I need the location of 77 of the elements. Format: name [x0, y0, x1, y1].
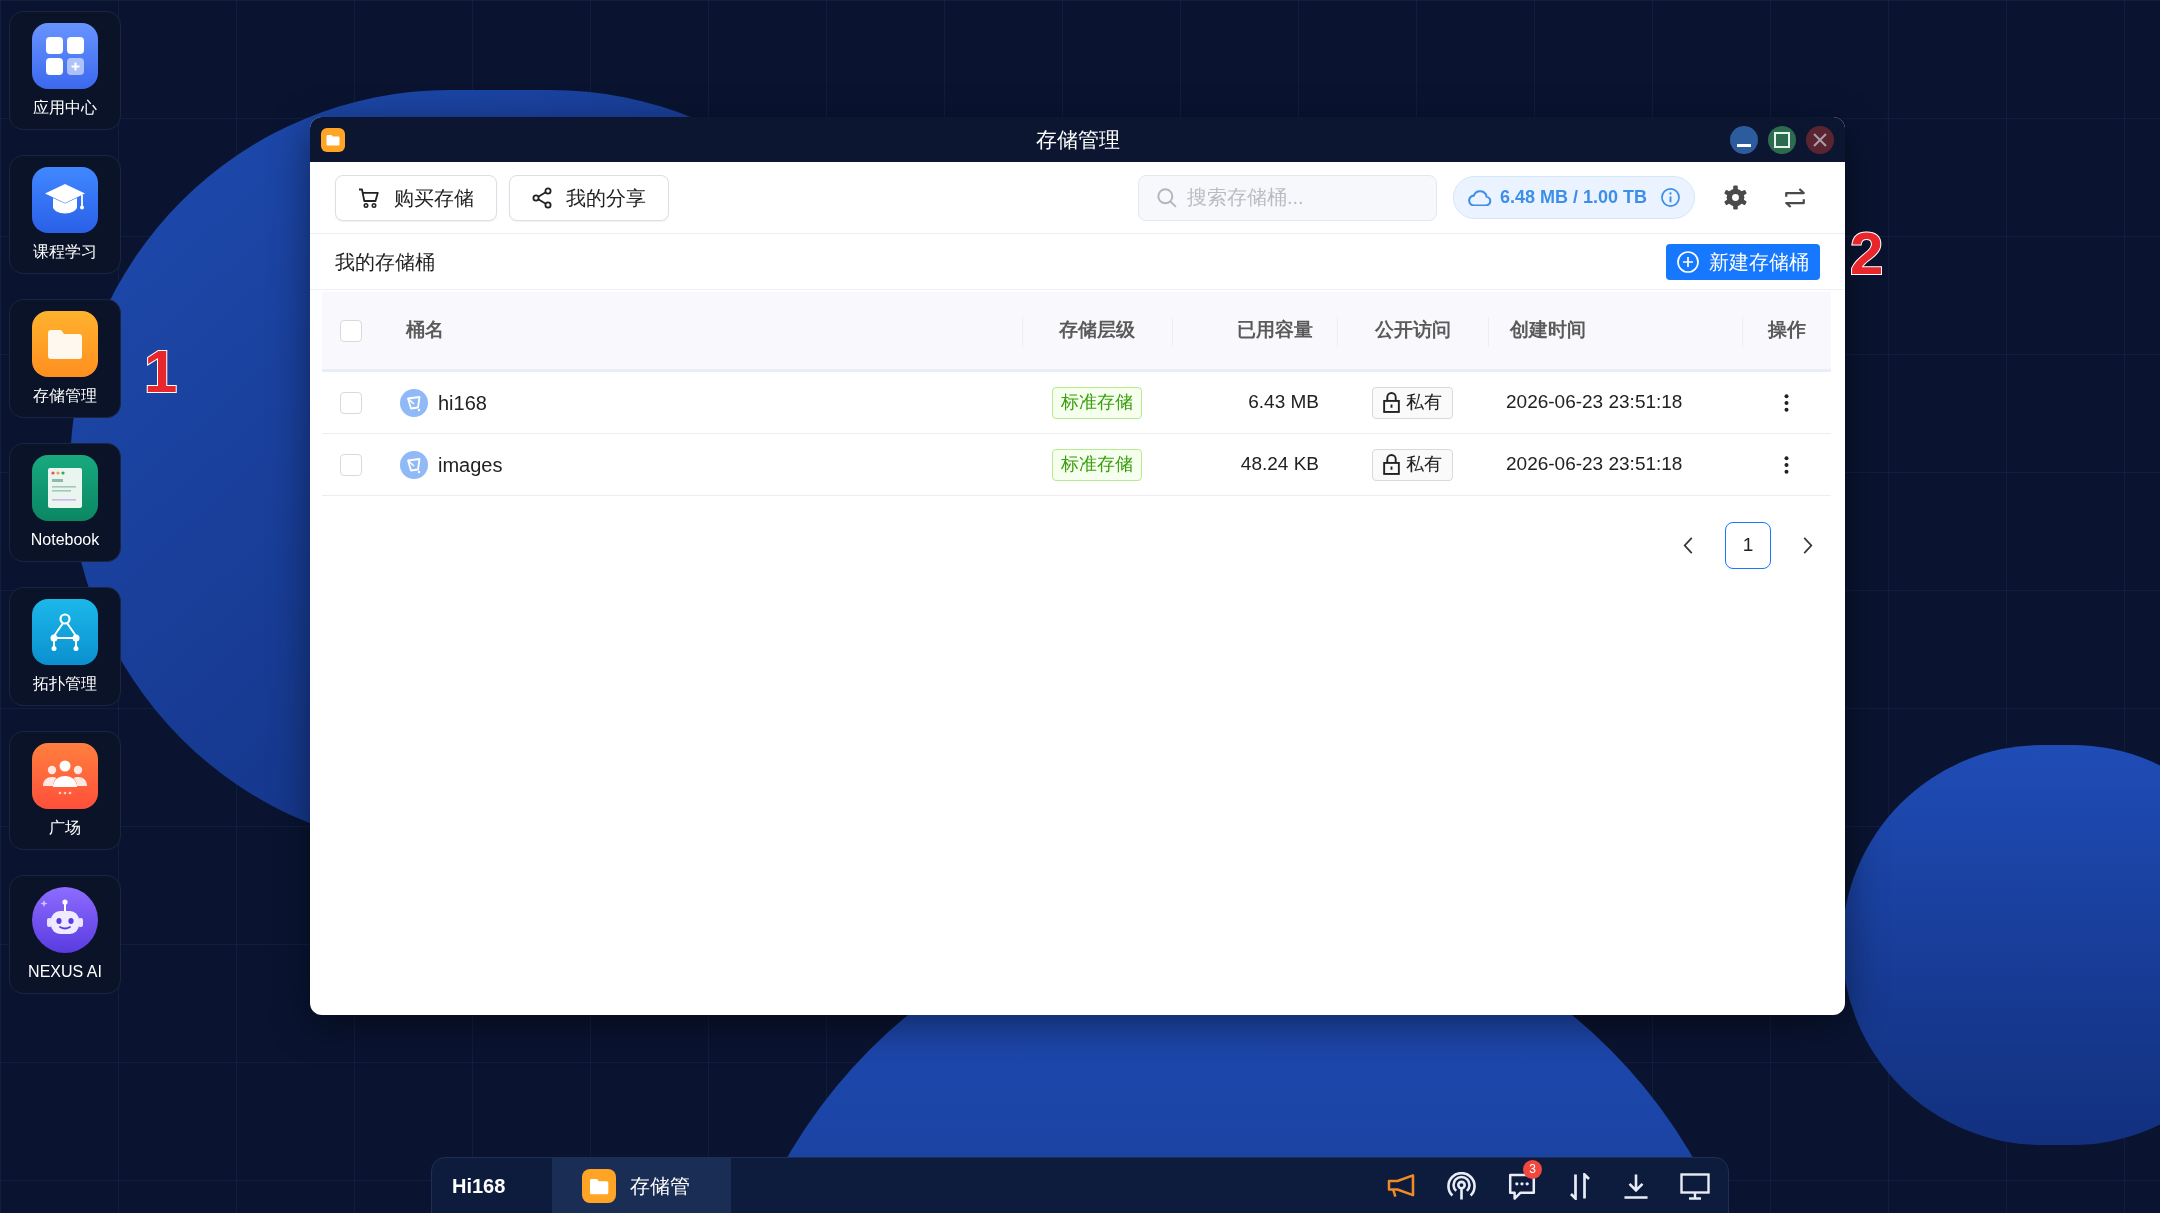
minimize-button[interactable] [1730, 125, 1758, 154]
chevron-left-icon [1683, 537, 1693, 554]
more-icon [1784, 454, 1789, 475]
download-icon[interactable] [1623, 1173, 1649, 1199]
minimize-icon [1737, 143, 1751, 147]
dock-item[interactable]: Notebook [9, 443, 121, 562]
dock-item[interactable]: NEXUS AI [9, 875, 121, 994]
close-button[interactable] [1806, 125, 1834, 154]
access-button[interactable]: 私有 [1372, 386, 1453, 419]
apps-grid-icon[interactable] [32, 23, 98, 89]
chevron-right-icon [1803, 537, 1813, 554]
swap-arrows-icon [1784, 187, 1806, 208]
bucket-name[interactable]: images [438, 449, 503, 480]
lock-icon [1383, 454, 1400, 475]
bucket-icon [400, 450, 428, 479]
checkbox[interactable] [340, 319, 362, 342]
bucket-name[interactable]: hi168 [438, 387, 487, 418]
access-button[interactable]: 私有 [1372, 448, 1453, 481]
column-header: 公开访问 [1374, 318, 1451, 343]
maximize-icon [1774, 131, 1790, 148]
network-nodes-icon[interactable] [32, 599, 98, 665]
column-header: 创建时间 [1510, 318, 1586, 343]
settings-button[interactable] [1721, 183, 1749, 212]
tier-tag: 标准存储 [1052, 448, 1142, 481]
cloud-icon [1467, 189, 1492, 206]
settings-icon [1722, 185, 1748, 210]
folder-icon[interactable] [32, 311, 98, 377]
checkbox[interactable] [340, 453, 362, 476]
monitor-icon[interactable] [1680, 1172, 1710, 1200]
used-size: 48.24 KB [1240, 452, 1319, 477]
toolbar-button[interactable]: 购买存储 [335, 174, 497, 221]
sort-arrows-icon[interactable] [1568, 1172, 1592, 1200]
close-icon [1813, 132, 1827, 147]
dock-item[interactable]: 课程学习 [9, 155, 121, 274]
cart-icon [358, 187, 380, 208]
column-header: 桶名 [406, 318, 444, 343]
robot-icon[interactable] [32, 887, 98, 953]
search-field[interactable]: 搜索存储桶... [1137, 174, 1437, 221]
folder-icon [321, 127, 345, 152]
broadcast-icon[interactable] [1447, 1171, 1476, 1201]
usage-text: 6.48 MB / 1.00 TB [1499, 186, 1647, 209]
bucket-icon [400, 388, 428, 417]
taskbar-app[interactable]: 存储管 [552, 1158, 731, 1213]
info-icon [1661, 188, 1680, 207]
section-title: 我的存储桶 [335, 249, 435, 275]
share-icon [532, 186, 552, 209]
tier-tag: 标准存储 [1052, 386, 1142, 419]
search-icon [1156, 187, 1177, 208]
folder-icon [582, 1169, 616, 1203]
used-size: 6.43 MB [1248, 390, 1319, 415]
column-header: 操作 [1767, 318, 1806, 343]
dock-item[interactable]: 广场 [9, 731, 121, 850]
chat-bubble-icon[interactable] [1507, 1172, 1537, 1200]
user-name: Hi168 [452, 1174, 507, 1199]
page-button[interactable]: 1 [1725, 522, 1771, 569]
column-header: 已用容量 [1237, 318, 1313, 343]
toolbar-button[interactable]: 我的分享 [509, 174, 669, 221]
window-title: 存储管理 [1035, 126, 1120, 153]
lock-icon [1383, 392, 1400, 413]
megaphone-icon[interactable] [1386, 1174, 1416, 1198]
callout-number: 1 [144, 340, 178, 404]
created-time: 2026-06-23 23:51:18 [1506, 390, 1683, 415]
callout-number: 2 [1850, 222, 1884, 286]
checkbox[interactable] [340, 391, 362, 414]
column-header: 存储层级 [1059, 318, 1135, 343]
dock-item[interactable]: 应用中心 [9, 11, 121, 130]
unread-badge: 3 [1523, 1160, 1542, 1179]
people-group-icon[interactable] [32, 743, 98, 809]
notebook-window-icon[interactable] [32, 455, 98, 521]
graduation-cap-icon[interactable] [32, 167, 98, 233]
new-bucket-button[interactable]: 新建存储桶 [1666, 243, 1820, 280]
created-time: 2026-06-23 23:51:18 [1506, 452, 1683, 477]
dock-item[interactable]: 存储管理 [9, 299, 121, 418]
maximize-button[interactable] [1768, 125, 1796, 154]
plus-circle-icon [1677, 250, 1699, 273]
more-icon [1784, 392, 1789, 413]
dock-item[interactable]: 拓扑管理 [9, 587, 121, 706]
